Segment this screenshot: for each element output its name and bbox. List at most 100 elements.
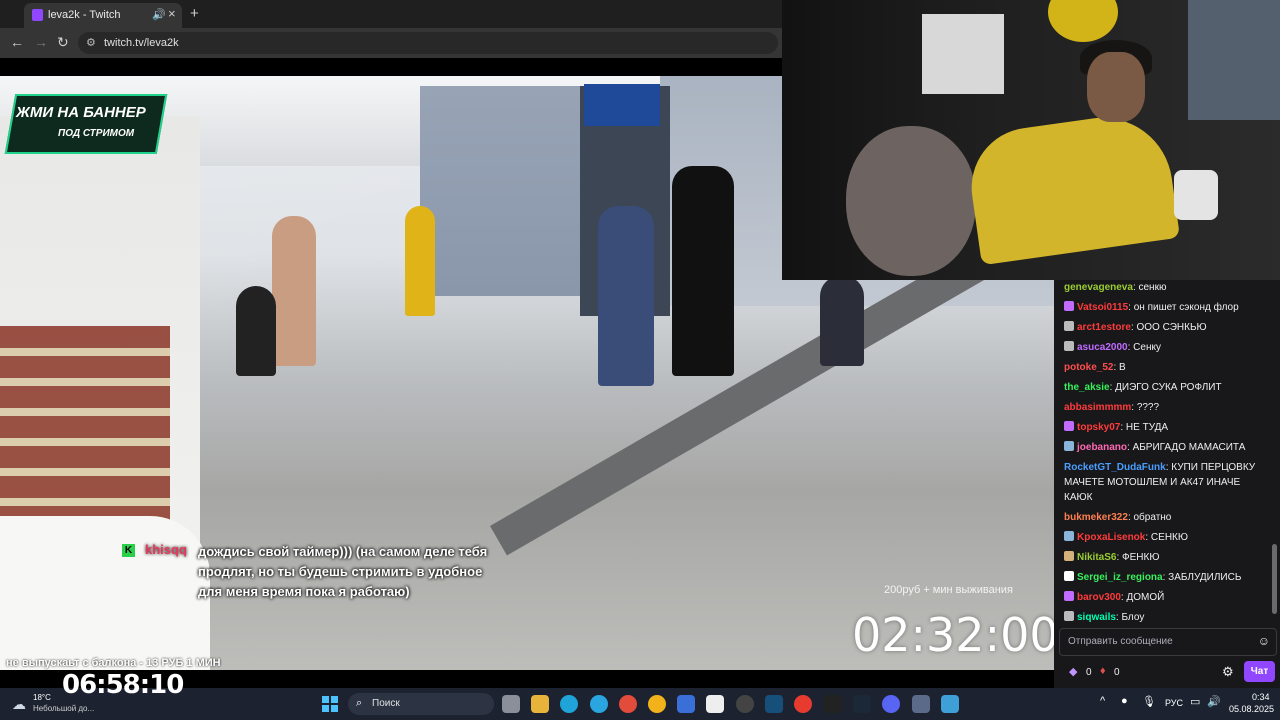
network-icon[interactable]: ▭: [1190, 695, 1200, 708]
forward-arrow-icon[interactable]: →: [34, 34, 48, 50]
emote-icon[interactable]: ☺: [1258, 634, 1270, 648]
chat-username[interactable]: barov300: [1077, 592, 1121, 603]
yandex-icon[interactable]: [794, 695, 812, 713]
steam-icon[interactable]: [765, 695, 783, 713]
webcam-overlay: [782, 0, 1280, 280]
chat-username[interactable]: NikitaS6: [1077, 552, 1116, 563]
chat-username[interactable]: the_aksie: [1064, 382, 1110, 393]
chat-message[interactable]: the_aksie: ДИЭГО СУКА РОФЛИТ: [1064, 380, 1270, 395]
chat-username[interactable]: abbasimmmm: [1064, 402, 1131, 413]
user-badge-icon[interactable]: [1064, 441, 1074, 451]
edge-icon[interactable]: [560, 695, 578, 713]
chat-username[interactable]: siqwails: [1077, 612, 1116, 623]
chat-message-text: ????: [1136, 402, 1160, 413]
user-badge-icon[interactable]: [1064, 321, 1074, 331]
chat-username[interactable]: topsky07: [1077, 422, 1120, 433]
taskbar-time[interactable]: 0:34: [1252, 692, 1270, 702]
chat-message[interactable]: barov300: ДОМОЙ: [1064, 590, 1270, 605]
chat-message[interactable]: abbasimmmm: ????: [1064, 400, 1270, 415]
chat-username[interactable]: bukmeker322: [1064, 512, 1128, 523]
volume-icon[interactable]: 🔊: [1207, 695, 1221, 708]
notepad-icon[interactable]: [941, 695, 959, 713]
banner-subtitle: ПОД СТРИМОМ: [58, 128, 135, 139]
chat-username[interactable]: joebanano: [1077, 442, 1127, 453]
language-indicator[interactable]: РУС: [1165, 698, 1183, 708]
user-badge-icon[interactable]: [1064, 301, 1074, 311]
chat-message[interactable]: asuca2000: Сенку: [1064, 340, 1270, 355]
search-placeholder: Поиск: [372, 698, 400, 709]
chat-username[interactable]: RocketGT_DudaFunk: [1064, 462, 1166, 473]
discord-icon[interactable]: [882, 695, 900, 713]
obs-icon[interactable]: [736, 695, 754, 713]
file-explorer-icon[interactable]: [531, 695, 549, 713]
chat-message[interactable]: topsky07: НЕ ТУДА: [1064, 420, 1270, 435]
app-icon[interactable]: [648, 695, 666, 713]
microphone-icon[interactable]: 🎙: [1142, 695, 1156, 708]
chat-message[interactable]: arct1estore: ООО СЭНКЬЮ: [1064, 320, 1270, 335]
chat-message[interactable]: Vatsoi0115: он пишет сэконд флор: [1064, 300, 1270, 315]
close-icon[interactable]: ×: [168, 6, 176, 21]
chat-message[interactable]: potoke_52: В: [1064, 360, 1270, 375]
chat-message[interactable]: bukmeker322: обратно: [1064, 510, 1270, 525]
speaker-icon[interactable]: 🔊: [152, 8, 166, 21]
chat-message[interactable]: siqwails: Блоу: [1064, 610, 1270, 625]
site-info-icon[interactable]: ⚙: [86, 36, 96, 49]
user-badge-icon[interactable]: [1064, 611, 1074, 621]
user-badge-icon[interactable]: [1064, 591, 1074, 601]
taskbar-date[interactable]: 05.08.2025: [1229, 704, 1274, 714]
chat-message-text: ООО СЭНКЬЮ: [1136, 322, 1207, 333]
user-badge-icon[interactable]: [1064, 531, 1074, 541]
cam-window: [1188, 0, 1280, 120]
chat-input[interactable]: Отправить сообщение ☺: [1059, 628, 1277, 656]
user-badge-icon[interactable]: [1064, 421, 1074, 431]
task-view-icon[interactable]: [502, 695, 520, 713]
taskbar-search[interactable]: ⌕ Поиск: [348, 693, 494, 715]
chat-message[interactable]: genevageneva: сенкю: [1064, 280, 1270, 295]
chat-message[interactable]: joebanano: АБРИГАДО МАМАСИТА: [1064, 440, 1270, 455]
chat-scrollbar[interactable]: [1272, 544, 1277, 614]
chat-message-text: ДИЭГО СУКА РОФЛИТ: [1115, 382, 1222, 393]
calculator-icon[interactable]: [912, 695, 930, 713]
channel-points-icon[interactable]: ◆: [1069, 665, 1077, 678]
chat-username[interactable]: Vatsoi0115: [1077, 302, 1128, 313]
chat-username[interactable]: potoke_52: [1064, 362, 1113, 373]
chat-username[interactable]: asuca2000: [1077, 342, 1128, 353]
new-tab-icon[interactable]: +: [190, 5, 199, 22]
bits-icon[interactable]: ♦: [1100, 665, 1106, 677]
chat-send-button[interactable]: Чат: [1244, 661, 1275, 682]
user-badge-icon[interactable]: [1064, 341, 1074, 351]
telegram-icon[interactable]: [590, 695, 608, 713]
chat-message[interactable]: NikitaS6: ФЕНКЮ: [1064, 550, 1270, 565]
donation-ticker: не выпускаьт с балкона - 13 РУБ 1 МИН: [6, 657, 221, 669]
chat-username[interactable]: Sergei_iz_regiona: [1077, 572, 1163, 583]
tray-chevron-icon[interactable]: ^: [1100, 695, 1105, 707]
gear-icon[interactable]: ⚙: [1222, 664, 1234, 680]
chat-username[interactable]: arct1estore: [1077, 322, 1131, 333]
app-icon[interactable]: [706, 695, 724, 713]
chat-username[interactable]: KpoxaLisenok: [1077, 532, 1145, 543]
chat-username[interactable]: genevageneva: [1064, 282, 1133, 293]
chat-message[interactable]: RocketGT_DudaFunk: КУПИ ПЕРЦОВКУ МАЧЕТЕ …: [1064, 460, 1270, 505]
tray-app-icon[interactable]: ●: [1121, 695, 1128, 707]
chat-message-text: сенкю: [1138, 282, 1167, 293]
chrome-icon[interactable]: [619, 695, 637, 713]
chat-message[interactable]: KpoxaLisenok: СЕНКЮ: [1064, 530, 1270, 545]
reload-icon[interactable]: ↻: [57, 34, 69, 51]
cam-box: [922, 14, 1004, 94]
browser-address-bar: ← → ↻ ⚙ twitch.tv/leva2k: [0, 28, 782, 58]
weather-desc: Небольшой до...: [33, 704, 95, 713]
weather-icon[interactable]: ☁: [12, 696, 26, 713]
promo-banner[interactable]: [4, 94, 168, 154]
url-field[interactable]: ⚙ twitch.tv/leva2k: [78, 32, 778, 54]
user-badge-icon[interactable]: [1064, 551, 1074, 561]
chart-app-icon[interactable]: [677, 695, 695, 713]
user-badge-icon[interactable]: [1064, 571, 1074, 581]
steam-icon[interactable]: [853, 695, 871, 713]
stream-clock: 06:58:10: [62, 670, 184, 700]
start-button[interactable]: [322, 696, 338, 712]
chat-message[interactable]: Sergei_iz_regiona: ЗАБЛУДИЛИСЬ: [1064, 570, 1270, 585]
browser-tab[interactable]: leva2k - Twitch 🔊 ×: [24, 3, 182, 28]
overlay-chat-text: дождись свой таймер))) (на самом деле те…: [198, 544, 488, 599]
app-icon[interactable]: [824, 695, 842, 713]
back-arrow-icon[interactable]: ←: [10, 34, 24, 50]
